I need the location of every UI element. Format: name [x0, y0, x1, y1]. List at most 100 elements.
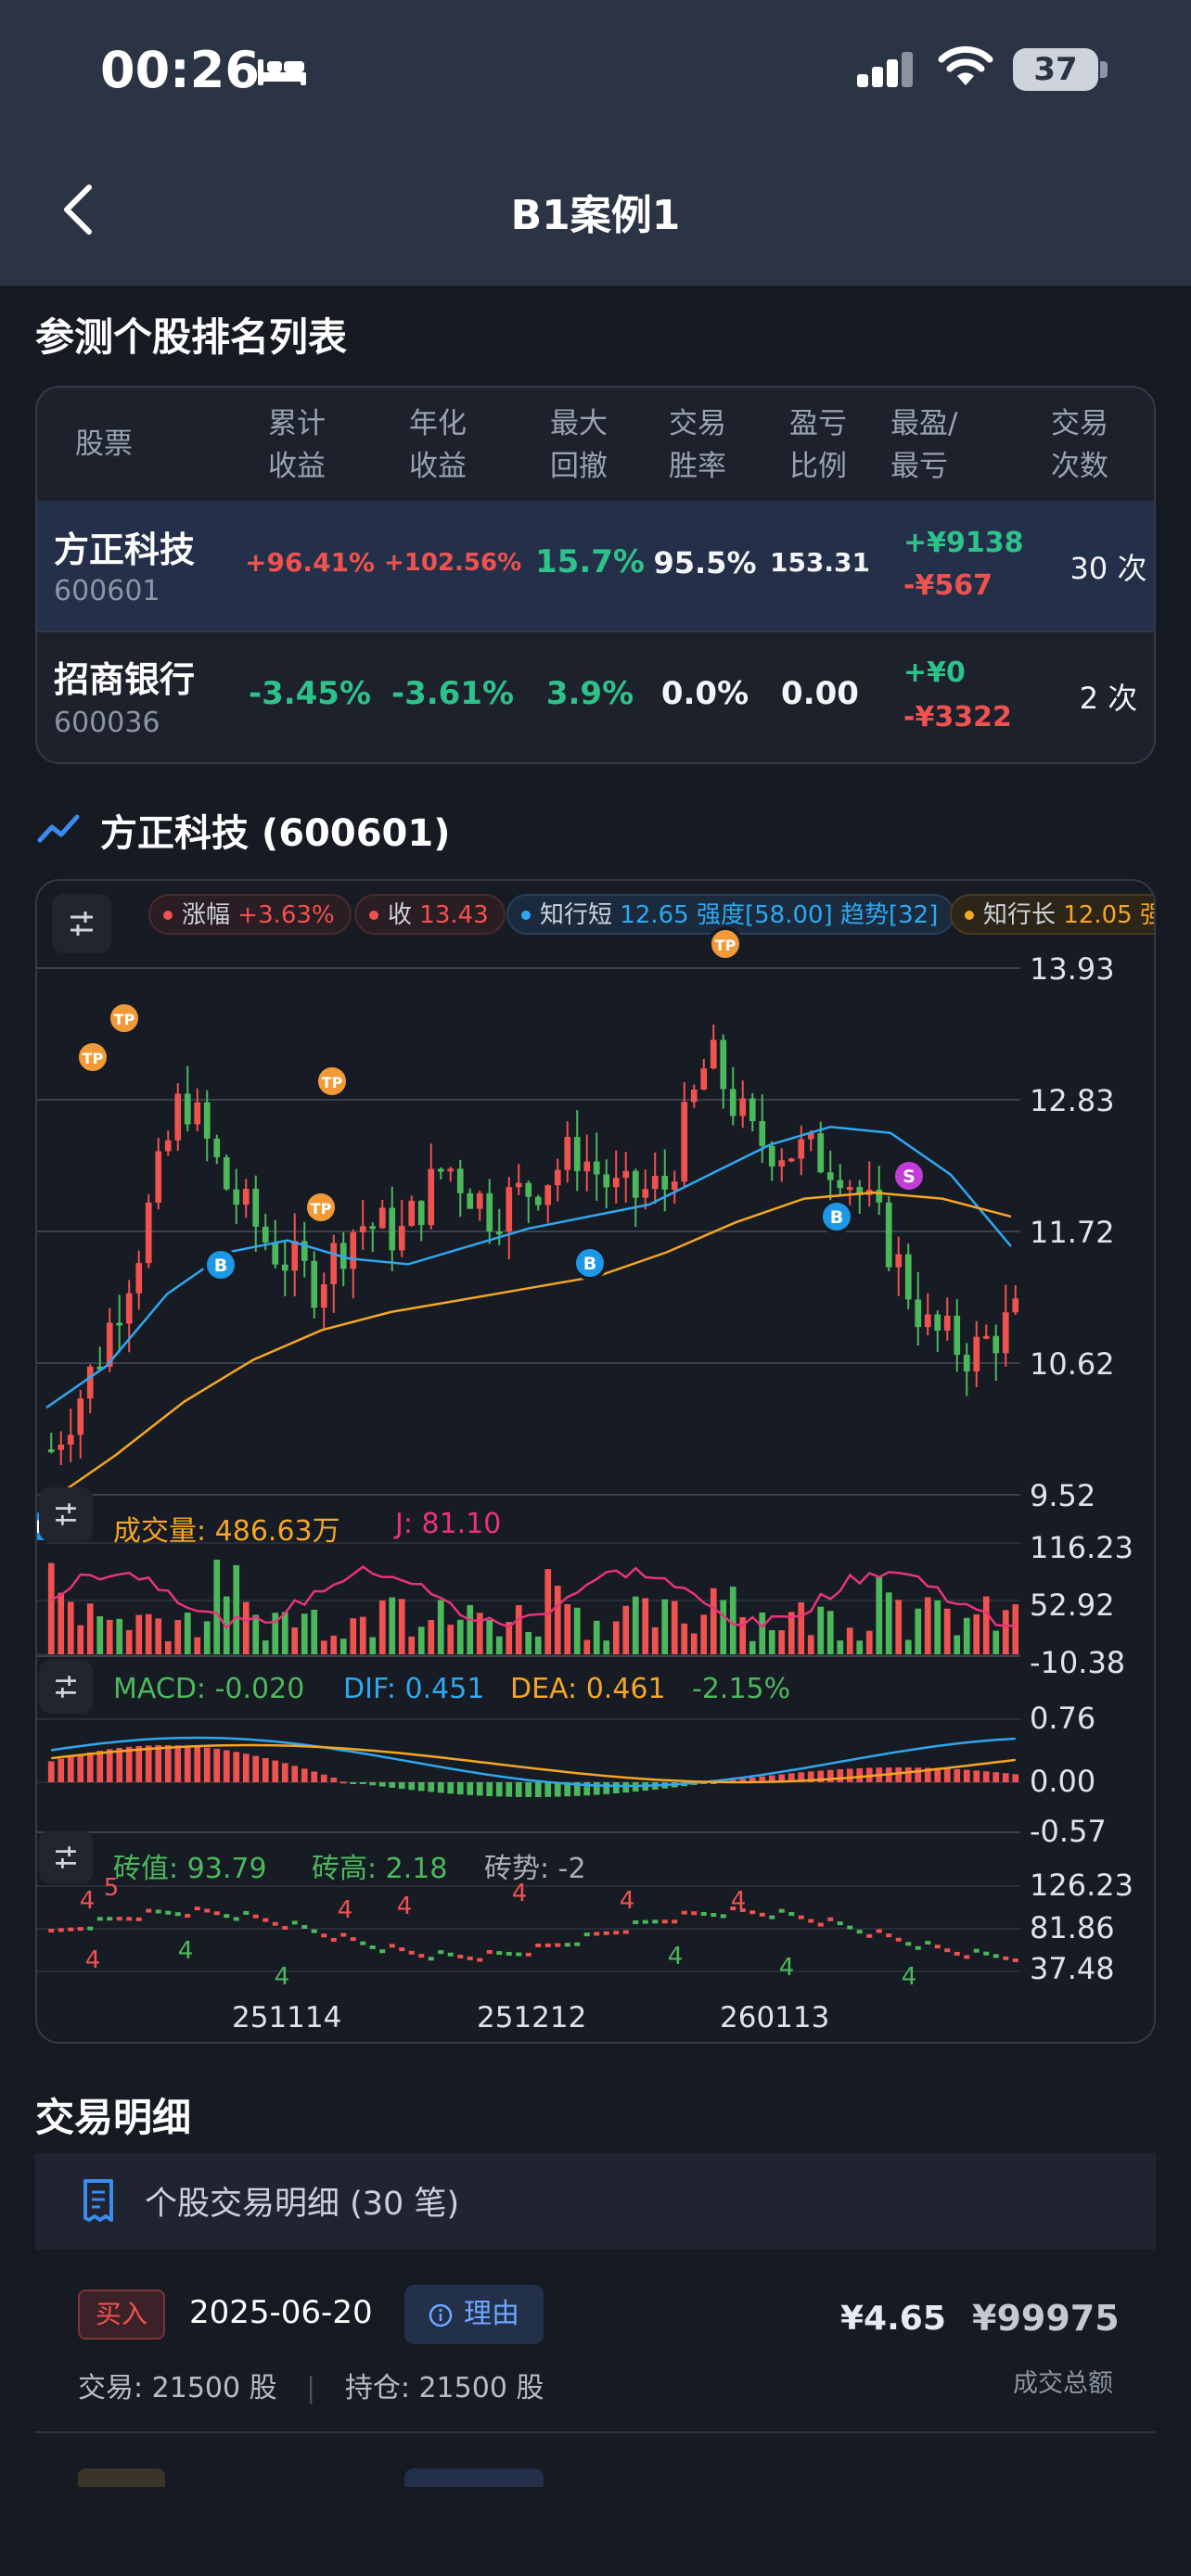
- macd-bar: [954, 1768, 961, 1782]
- brick-mark: [135, 1917, 142, 1921]
- brick-mark: [915, 1945, 921, 1950]
- trend-chart-icon: [37, 814, 80, 843]
- volume-bar: [311, 1609, 318, 1654]
- volume-bar: [778, 1629, 786, 1654]
- volume-bar: [632, 1596, 639, 1654]
- volume-bar: [915, 1608, 922, 1654]
- volume-bar: [846, 1627, 853, 1654]
- x-tick: 251212: [477, 2001, 587, 2034]
- signal-label: TP: [311, 1200, 332, 1218]
- trade-quantity: 交易: 21500 股: [78, 2372, 277, 2404]
- macd-tick: 0.00: [1030, 1764, 1096, 1799]
- volume-bar: [359, 1616, 366, 1654]
- volume-bar: [408, 1636, 416, 1654]
- vol-tick: 52.92: [1030, 1588, 1115, 1623]
- brick-mark: [633, 1920, 639, 1925]
- brick-mark: [1003, 1956, 1009, 1960]
- brick-mark: [944, 1948, 951, 1953]
- candle-body: [973, 1336, 980, 1371]
- brick-mark: [700, 1911, 707, 1916]
- candle-body: [788, 1158, 795, 1162]
- col-header-max-drawdown: 最大 回撤: [550, 407, 608, 483]
- sleep-mode-icon: [258, 59, 306, 85]
- brick-mark: [506, 1951, 512, 1956]
- receipt-icon: [83, 2179, 113, 2222]
- macd-bar: [223, 1750, 230, 1782]
- brick-value: 砖值: 93.79: [113, 1853, 267, 1885]
- macd-bar: [47, 1761, 55, 1782]
- candle-body: [125, 1293, 133, 1324]
- candle-body: [58, 1444, 65, 1450]
- reason-button[interactable]: 理由: [404, 2285, 544, 2344]
- divider: [35, 2431, 1156, 2433]
- candle-body: [350, 1231, 357, 1269]
- brick-mark: [925, 1941, 931, 1945]
- volume-bar: [622, 1605, 630, 1654]
- brick-settings-button[interactable]: [39, 1830, 93, 1884]
- volume-bar: [456, 1619, 464, 1654]
- stock-name: 方正科技: [54, 529, 196, 570]
- sliders-icon: [56, 1676, 76, 1698]
- macd-bar: [525, 1782, 532, 1797]
- trade-detail-bar[interactable]: 个股交易明细 (30 笔): [35, 2153, 1156, 2250]
- volume-bar: [807, 1635, 814, 1654]
- brick-mark: [263, 1918, 269, 1922]
- brick-mark: [973, 1948, 980, 1953]
- brick-mark: [146, 1908, 152, 1913]
- macd-value: MACD: -0.020: [113, 1673, 305, 1705]
- volume-bar: [291, 1627, 299, 1654]
- volume-bar: [1002, 1610, 1009, 1654]
- candle-body: [506, 1187, 513, 1232]
- brick-mark: [301, 1924, 308, 1929]
- macd-bar: [915, 1767, 922, 1782]
- annual-return: +102.56%: [384, 549, 522, 577]
- macd-bar: [164, 1745, 172, 1782]
- brick-mark: [856, 1930, 863, 1934]
- macd-bar: [973, 1770, 980, 1782]
- volume-bar: [798, 1601, 805, 1654]
- candle-body: [544, 1185, 552, 1205]
- brick-count-label: 4: [731, 1887, 747, 1915]
- signal-label: TP: [715, 937, 736, 954]
- trade-amount-label: 成交总额: [1013, 2369, 1113, 2398]
- brick-count-label: 4: [80, 1887, 96, 1915]
- brick-count-label: 4: [338, 1896, 353, 1924]
- volume-bar: [476, 1613, 483, 1654]
- brick-mark: [672, 1919, 678, 1924]
- macd-bar: [846, 1768, 853, 1782]
- brick-mark: [983, 1951, 990, 1956]
- volume-settings-button[interactable]: [39, 1487, 93, 1541]
- volume-bar: [77, 1625, 84, 1654]
- brick-mark: [954, 1951, 960, 1956]
- brick-mark: [311, 1929, 317, 1933]
- candle-body: [573, 1137, 581, 1172]
- candle-body: [486, 1192, 493, 1232]
- macd-bar: [281, 1763, 288, 1782]
- ranking-row[interactable]: 招商银行 600036 -3.45% -3.61% 3.9% 0.0% 0.00…: [37, 632, 1154, 762]
- candle-body: [798, 1139, 805, 1159]
- candle-body: [661, 1176, 669, 1190]
- brick-mark: [330, 1937, 337, 1942]
- brick-mark: [778, 1908, 785, 1913]
- volume-bar: [973, 1613, 980, 1654]
- volume-bar: [301, 1613, 308, 1654]
- candle-body: [428, 1168, 435, 1226]
- macd-settings-button[interactable]: [39, 1660, 93, 1714]
- candle-body: [876, 1190, 883, 1203]
- y-tick: 9.52: [1030, 1478, 1096, 1513]
- reason-label: 理由: [464, 2298, 519, 2330]
- brick-mark: [1012, 1958, 1018, 1962]
- brick-mark: [213, 1911, 220, 1916]
- dea-value: DEA: 0.461: [510, 1673, 666, 1705]
- candle-body: [223, 1156, 230, 1190]
- brick-mark: [68, 1927, 74, 1932]
- volume-bar: [67, 1601, 74, 1654]
- signal-label: B: [830, 1207, 843, 1228]
- brick-mark: [583, 1932, 590, 1937]
- macd-bar: [184, 1745, 191, 1782]
- kdj-j-line: [50, 1565, 1016, 1630]
- col-header-win-rate: 交易 胜率: [669, 407, 726, 483]
- ranking-row[interactable]: 方正科技 600601 +96.41% +102.56% 15.7% 95.5%…: [37, 501, 1154, 632]
- candle-body: [963, 1354, 970, 1371]
- volume-bar: [339, 1639, 347, 1654]
